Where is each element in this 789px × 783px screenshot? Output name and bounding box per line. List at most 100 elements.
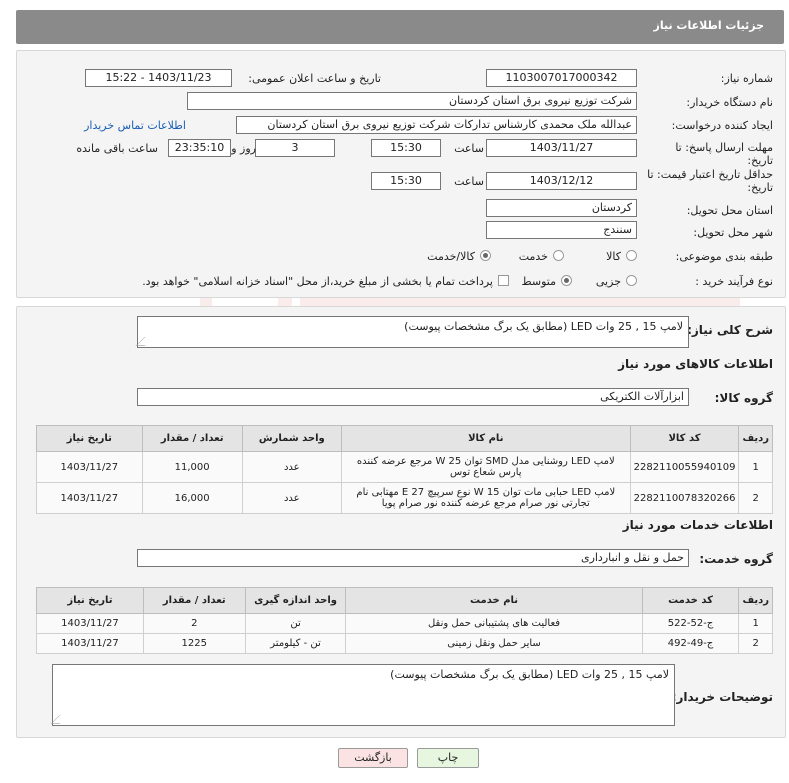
validity-time-field: 15:30 (371, 172, 441, 190)
goods-cell-unit: عدد (241, 482, 342, 514)
services-cell-date: 1403/11/27 (36, 613, 144, 634)
goods-cell-unit: عدد (241, 451, 342, 483)
goods-cell-idx: 1 (738, 451, 773, 483)
deadline-date-field: 1403/11/27 (486, 139, 637, 157)
remaining-time-field: 23:35:10 (168, 139, 231, 157)
goods-col-idx: ردیف (738, 425, 773, 452)
goods-cell-idx: 2 (738, 482, 773, 514)
print-button[interactable]: چاپ (417, 748, 479, 768)
summary-text: لامپ 15 , 25 وات LED (مطابق یک برگ مشخصا… (404, 320, 683, 333)
goods-cell-name: لامپ LED روشنایی مدل SMD توان W 25 مرجع … (340, 451, 631, 483)
category-option-service: خدمت (518, 250, 548, 263)
goods-col-date: تاریخ نیاز (36, 425, 143, 452)
validity-date-field: 1403/12/12 (486, 172, 637, 190)
services-col-qty: تعداد / مقدار (142, 587, 246, 614)
services-cell-name: فعالیت های پشتیبانی حمل ونقل (345, 613, 643, 634)
services-group-label: گروه خدمت: (699, 552, 773, 566)
buyer-notes-textarea[interactable]: لامپ 15 , 25 وات LED (مطابق یک برگ مشخصا… (50, 664, 675, 726)
category-option-goods-service: کالا/خدمت (427, 250, 475, 263)
announce-label: تاریخ و ساعت اعلان عمومی: (248, 72, 381, 85)
province-label: استان محل تحویل: (686, 204, 773, 217)
need-number-label: شماره نیاز: (720, 72, 773, 85)
services-cell-unit: تن - کیلومتر (244, 633, 347, 654)
category-label: طبقه بندی موضوعی: (675, 250, 773, 263)
goods-cell-code: 2282110055940109 (629, 451, 740, 483)
creator-field: عبدالله ملک محمدی کارشناس تدارکات شرکت ت… (236, 116, 637, 134)
services-cell-qty: 2 (142, 613, 246, 634)
category-radio-service[interactable] (553, 250, 564, 261)
goods-cell-date: 1403/11/27 (36, 451, 143, 483)
days-label: روز و (231, 142, 256, 155)
province-field: کردستان (486, 199, 637, 217)
services-col-date: تاریخ نیاز (36, 587, 144, 614)
category-option-goods: کالا (606, 250, 621, 263)
goods-col-name: نام کالا (340, 425, 631, 452)
table-row: 2 ج-49-492 سایر حمل ونقل زمینی تن - کیلو… (36, 633, 773, 654)
validity-label-2: تاریخ: (747, 181, 773, 194)
goods-cell-qty: 11,000 (141, 451, 243, 483)
services-table: ردیف کد خدمت نام خدمت واحد اندازه گیری ت… (36, 587, 773, 654)
deadline-hour-label: ساعت (454, 142, 484, 155)
goods-cell-code: 2282110078320266 (629, 482, 740, 514)
table-row: 1 2282110055940109 لامپ LED روشنایی مدل … (36, 451, 773, 483)
payment-checkbox[interactable] (498, 275, 509, 286)
back-button[interactable]: بازگشت (338, 748, 408, 768)
goods-table: ردیف کد کالا نام کالا واحد شمارش تعداد /… (36, 425, 773, 514)
goods-col-unit: واحد شمارش (241, 425, 342, 452)
creator-label: ایجاد کننده درخواست: (671, 119, 773, 132)
process-option-medium: متوسط (521, 275, 556, 288)
process-radio-medium[interactable] (561, 275, 572, 286)
need-number-field: 1103007017000342 (486, 69, 637, 87)
services-cell-qty: 1225 (142, 633, 246, 654)
process-radio-minor[interactable] (626, 275, 637, 286)
services-cell-name: سایر حمل ونقل زمینی (345, 633, 643, 654)
category-radio-goods-service[interactable] (480, 250, 491, 261)
city-field: سنندج (486, 221, 637, 239)
buyer-org-field: شرکت توزیع نیروی برق استان کردستان (187, 92, 637, 110)
services-col-code: کد خدمت (641, 587, 740, 614)
page-header: جزئیات اطلاعات نیاز (16, 10, 784, 44)
services-col-name: نام خدمت (345, 587, 643, 614)
table-row: 2 2282110078320266 لامپ LED حبابی مات تو… (36, 482, 773, 514)
contact-info-link[interactable]: اطلاعات تماس خریدار (84, 119, 186, 132)
services-cell-code: ج-52-522 (641, 613, 740, 634)
buyer-notes-text: لامپ 15 , 25 وات LED (مطابق یک برگ مشخصا… (390, 668, 669, 681)
goods-col-qty: تعداد / مقدار (141, 425, 243, 452)
city-label: شهر محل تحویل: (693, 226, 773, 239)
process-label: نوع فرآیند خرید : (695, 275, 773, 288)
buyer-org-label: نام دستگاه خریدار: (686, 96, 773, 109)
buyer-notes-label: توضیحات خریدار: (671, 690, 773, 704)
deadline-time-field: 15:30 (371, 139, 441, 157)
validity-label: حداقل تاریخ اعتبار قیمت: تا (647, 168, 773, 181)
services-col-unit: واحد اندازه گیری (244, 587, 347, 614)
validity-hour-label: ساعت (454, 175, 484, 188)
table-row: 1 ج-52-522 فعالیت های پشتیبانی حمل ونقل … (36, 613, 773, 634)
services-section-title: اطلاعات خدمات مورد نیاز (622, 518, 773, 532)
services-cell-code: ج-49-492 (641, 633, 740, 654)
deadline-label-2: تاریخ: (747, 154, 773, 167)
goods-cell-qty: 16,000 (141, 482, 243, 514)
goods-group-label: گروه کالا: (714, 391, 773, 405)
remaining-label: ساعت باقی مانده (76, 142, 158, 155)
services-cell-idx: 2 (738, 633, 773, 654)
goods-section-title: اطلاعات کالاهای مورد نیاز (618, 357, 773, 371)
goods-col-code: کد کالا (629, 425, 740, 452)
services-cell-idx: 1 (738, 613, 773, 634)
page-title: جزئیات اطلاعات نیاز (653, 19, 765, 32)
services-cell-date: 1403/11/27 (36, 633, 144, 654)
process-option-minor: جزیی (595, 275, 621, 288)
goods-cell-name: لامپ LED حبابی مات توان W 15 نوع سرپیچ E… (340, 482, 631, 514)
deadline-label: مهلت ارسال پاسخ: تا (675, 141, 773, 154)
days-field: 3 (255, 139, 335, 157)
services-col-idx: ردیف (738, 587, 773, 614)
goods-group-field: ابزارآلات الکتریکی (137, 388, 689, 406)
summary-textarea[interactable]: لامپ 15 , 25 وات LED (مطابق یک برگ مشخصا… (135, 316, 689, 348)
summary-label: شرح کلی نیاز: (687, 323, 773, 337)
resize-handle-icon (135, 337, 154, 346)
payment-note: پرداخت تمام یا بخشی از مبلغ خرید،از محل … (142, 275, 493, 288)
category-radio-goods[interactable] (626, 250, 637, 261)
goods-cell-date: 1403/11/27 (36, 482, 143, 514)
announce-field: 1403/11/23 - 15:22 (85, 69, 232, 87)
services-cell-unit: تن (244, 613, 347, 634)
resize-handle-icon (50, 715, 69, 724)
